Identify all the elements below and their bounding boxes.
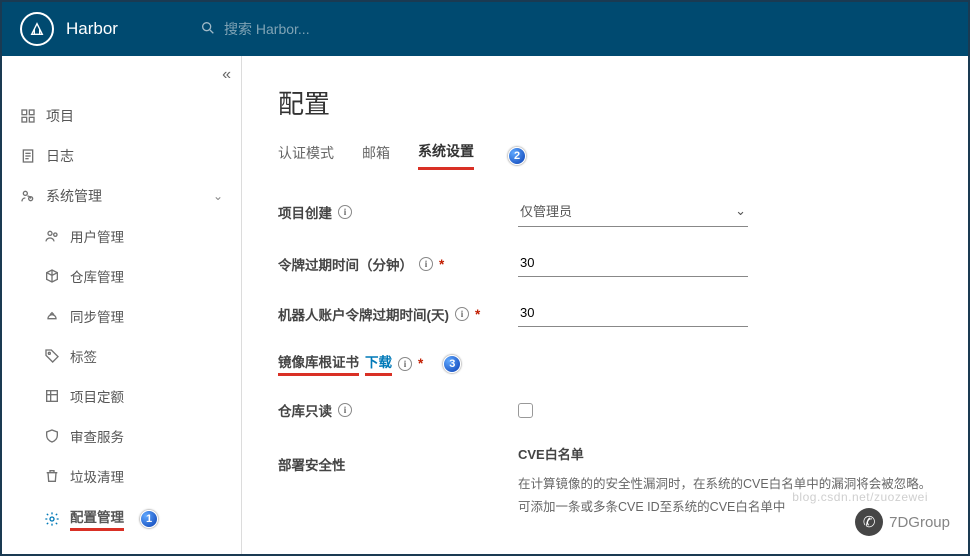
watermark-icon: ✆ [855,508,883,536]
sidebar-item-labels[interactable]: 标签 [2,336,241,376]
sidebar-item-registries[interactable]: 仓库管理 [2,256,241,296]
annotation-badge-3: 3 [443,355,461,373]
repo-icon [44,268,60,284]
tab-system[interactable]: 系统设置 [418,141,474,170]
logs-icon [20,148,36,164]
label-deploy-security: 部署安全性 [278,454,346,474]
harbor-logo-icon [20,12,54,46]
search-input[interactable] [224,21,424,37]
sidebar-item-configuration[interactable]: 配置管理 1 [2,496,241,541]
tab-email[interactable]: 邮箱 [362,143,390,169]
sidebar-item-quotas[interactable]: 项目定额 [2,376,241,416]
required-marker: * [475,307,480,322]
sidebar-item-label: 同步管理 [70,306,124,326]
tabs: 认证模式 邮箱 系统设置 2 [278,141,932,171]
select-value: 仅管理员 [520,201,572,220]
sidebar-item-projects[interactable]: 项目 [2,96,241,136]
tab-auth[interactable]: 认证模式 [278,143,334,169]
sidebar-item-label: 项目定额 [70,386,124,406]
sidebar-item-label: 系统管理 [46,186,102,206]
watermark: ✆ 7DGroup [855,508,950,536]
app-header: Harbor [2,2,968,56]
sidebar-item-label: 配置管理 [70,506,124,531]
trash-icon [44,468,60,484]
sidebar-item-label: 项目 [46,106,74,126]
brand-name: Harbor [66,19,118,39]
info-icon[interactable]: i [419,257,433,271]
info-icon[interactable]: i [398,357,412,371]
sidebar: « 项目 日志 系统管理 ⌄ 用户管理 仓库管理 [2,56,242,554]
label-token-expiration: 令牌过期时间（分钟） [278,254,413,274]
sidebar-item-users[interactable]: 用户管理 [2,216,241,256]
annotation-badge-1: 1 [140,510,158,528]
label-robot-expiration: 机器人账户令牌过期时间(天) [278,304,449,324]
row-deploy-security: 部署安全性 CVE白名单 在计算镜像的的安全性漏洞时，在系统的CVE白名单中的漏… [278,444,932,518]
input-token-expiration[interactable] [518,251,748,277]
required-marker: * [439,257,444,272]
sidebar-item-admin[interactable]: 系统管理 ⌄ [2,176,241,216]
info-icon[interactable]: i [338,403,352,417]
row-token-expiration: 令牌过期时间（分钟） i * [278,251,932,277]
watermark-url: blog.csdn.net/zuozewei [792,490,928,504]
info-icon[interactable]: i [455,307,469,321]
admin-icon [20,188,36,204]
sidebar-item-label: 审查服务 [70,426,124,446]
sidebar-item-label: 标签 [70,346,97,366]
projects-icon [20,108,36,124]
sidebar-item-gc[interactable]: 垃圾清理 [2,456,241,496]
watermark-text: 7DGroup [889,514,950,531]
input-robot-expiration[interactable] [518,301,748,327]
gear-icon [44,511,60,527]
row-project-creation: 项目创建 i 仅管理员 ⌄ [278,197,932,227]
row-root-cert: 镜像库根证书 下载 i * 3 [278,351,932,376]
sidebar-item-logs[interactable]: 日志 [2,136,241,176]
label-readonly: 仓库只读 [278,400,332,420]
select-project-creation[interactable]: 仅管理员 ⌄ [518,197,748,227]
cve-whitelist-title: CVE白名单 [518,444,932,463]
required-marker: * [418,356,423,371]
annotation-badge-2: 2 [508,147,526,165]
quota-icon [44,388,60,404]
sidebar-item-label: 用户管理 [70,226,124,246]
sidebar-item-label: 日志 [46,146,74,166]
sidebar-item-label: 仓库管理 [70,266,124,286]
info-icon[interactable]: i [338,205,352,219]
chevron-down-icon: ⌄ [735,203,746,219]
brand-block: Harbor [20,12,200,46]
download-cert-link[interactable]: 下载 [365,351,392,376]
tag-icon [44,348,60,364]
search-box[interactable] [200,20,424,39]
replication-icon [44,308,60,324]
users-icon [44,228,60,244]
label-root-cert: 镜像库根证书 [278,351,359,376]
page-title: 配置 [278,84,932,121]
label-project-creation: 项目创建 [278,202,332,222]
shield-icon [44,428,60,444]
chevron-down-icon: ⌄ [213,189,223,203]
sidebar-item-replication[interactable]: 同步管理 [2,296,241,336]
row-readonly: 仓库只读 i [278,400,932,420]
collapse-sidebar-icon[interactable]: « [222,66,231,84]
search-icon [200,20,216,39]
main-content: 配置 认证模式 邮箱 系统设置 2 项目创建 i 仅管理员 ⌄ 令牌过期时间（分… [242,56,968,554]
checkbox-readonly[interactable] [518,403,533,418]
sidebar-item-scanners[interactable]: 审查服务 [2,416,241,456]
sidebar-item-label: 垃圾清理 [70,466,124,486]
row-robot-expiration: 机器人账户令牌过期时间(天) i * [278,301,932,327]
